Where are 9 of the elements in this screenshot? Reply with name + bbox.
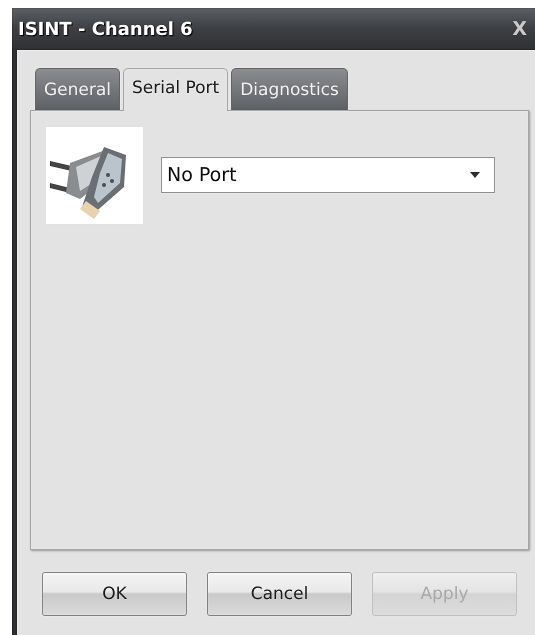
tab[interactable]: Serial Port: [123, 68, 228, 111]
dialog-button[interactable]: OK: [42, 572, 187, 616]
tab[interactable]: Diagnostics: [231, 68, 348, 110]
dropdown-arrow-icon: [470, 172, 480, 178]
tab[interactable]: General: [35, 68, 120, 110]
window-title: ISINT - Channel 6: [18, 18, 193, 40]
port-dropdown[interactable]: No Port: [161, 157, 495, 193]
dialog-button[interactable]: Cancel: [207, 572, 352, 616]
close-button[interactable]: X: [512, 18, 527, 40]
